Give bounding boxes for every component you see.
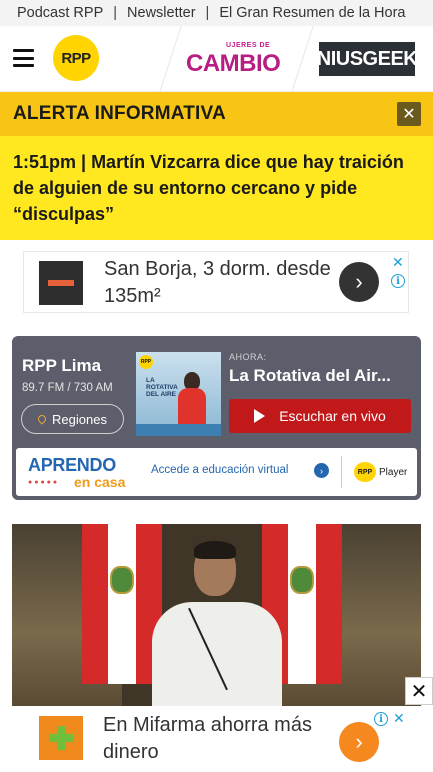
rpp-logo[interactable]: RPP: [53, 35, 99, 81]
peru-flag-left: [82, 524, 162, 684]
aprendo-dots: ●●●●●: [28, 479, 60, 486]
header-divider: [291, 26, 314, 92]
news-photo[interactable]: [12, 524, 421, 706]
speaker-figure: [152, 541, 282, 706]
arrow-right-icon[interactable]: ›: [314, 463, 329, 478]
cambio-logo-small: UJERES DE: [226, 42, 271, 49]
alert-header: ALERTA INFORMATIVA: [0, 92, 433, 136]
aprendo-text: APRENDO: [28, 455, 116, 475]
ad-text[interactable]: San Borja, 3 dorm. desde 135m²: [104, 256, 334, 310]
strip-divider: [341, 456, 342, 488]
site-header: RPP UJERES DE CAMBIO NIUSGEEK: [0, 26, 433, 92]
education-link[interactable]: Accede a educación virtual: [151, 464, 288, 476]
now-label: AHORA:: [229, 352, 267, 362]
radio-player-widget: RPP Lima 89.7 FM / 730 AM Regiones RPP L…: [12, 336, 421, 500]
poster-rpp-logo: RPP: [139, 355, 153, 369]
link-separator: |: [205, 5, 210, 21]
location-pin-icon: [36, 413, 48, 425]
rpp-player-label: Player: [379, 466, 408, 478]
ad-info-icon[interactable]: i: [374, 712, 388, 726]
alert-close-button[interactable]: ✕: [397, 102, 421, 126]
menu-icon[interactable]: [13, 49, 34, 67]
regions-button[interactable]: Regiones: [21, 404, 124, 434]
link-resumen[interactable]: El Gran Resumen de la Hora: [219, 5, 405, 21]
ad-banner-top[interactable]: San Borja, 3 dorm. desde 135m² › ✕ i: [23, 251, 409, 313]
ad-close-icon[interactable]: ✕: [392, 254, 404, 271]
station-name: RPP Lima: [22, 356, 102, 375]
aprendo-en-casa-logo[interactable]: APRENDO ●●●●● en casa: [28, 455, 140, 491]
rpp-player-circle: RPP: [354, 462, 376, 482]
chevron-right-icon[interactable]: ›: [339, 722, 379, 762]
niusgeek-logo[interactable]: NIUSGEEK: [317, 42, 418, 76]
ad-banner-bottom[interactable]: En Mifarma ahorra más dinero › i ✕: [23, 708, 409, 770]
alert-title: ALERTA INFORMATIVA: [13, 103, 226, 124]
education-strip[interactable]: APRENDO ●●●●● en casa Accede a educación…: [16, 448, 417, 496]
mifarma-logo: [39, 716, 83, 760]
header-divider: [159, 26, 182, 92]
cambio-logo-big: CAMBIO: [186, 50, 281, 77]
ad-close-icon[interactable]: ✕: [393, 710, 405, 727]
regions-label: Regiones: [52, 411, 107, 427]
program-poster[interactable]: RPP LA ROTATIVA DEL AIRE: [136, 352, 221, 436]
overlay-close-button[interactable]: ✕: [405, 677, 433, 705]
link-separator: |: [113, 5, 118, 21]
ad-text[interactable]: En Mifarma ahorra más dinero: [103, 712, 333, 766]
play-icon: [254, 409, 266, 423]
link-podcast[interactable]: Podcast RPP: [17, 5, 103, 21]
en-casa-text: en casa: [74, 474, 126, 490]
program-title: La Rotativa del Air...: [229, 366, 391, 385]
chevron-right-icon[interactable]: ›: [339, 262, 379, 302]
listen-live-button[interactable]: Escuchar en vivo: [229, 399, 411, 433]
ad-logo: [39, 261, 83, 305]
top-links-bar: Podcast RPP | Newsletter | El Gran Resum…: [0, 0, 433, 26]
station-frequency: 89.7 FM / 730 AM: [22, 382, 113, 394]
poster-title: LA ROTATIVA DEL AIRE: [146, 377, 178, 398]
rpp-player-logo[interactable]: RPP Player: [354, 462, 407, 482]
mujeres-de-cambio-logo[interactable]: UJERES DE CAMBIO: [186, 40, 286, 80]
alert-headline[interactable]: 1:51pm | Martín Vizcarra dice que hay tr…: [0, 136, 433, 240]
link-newsletter[interactable]: Newsletter: [127, 5, 196, 21]
ad-info-icon[interactable]: i: [391, 274, 405, 288]
listen-live-label: Escuchar en vivo: [279, 408, 386, 424]
